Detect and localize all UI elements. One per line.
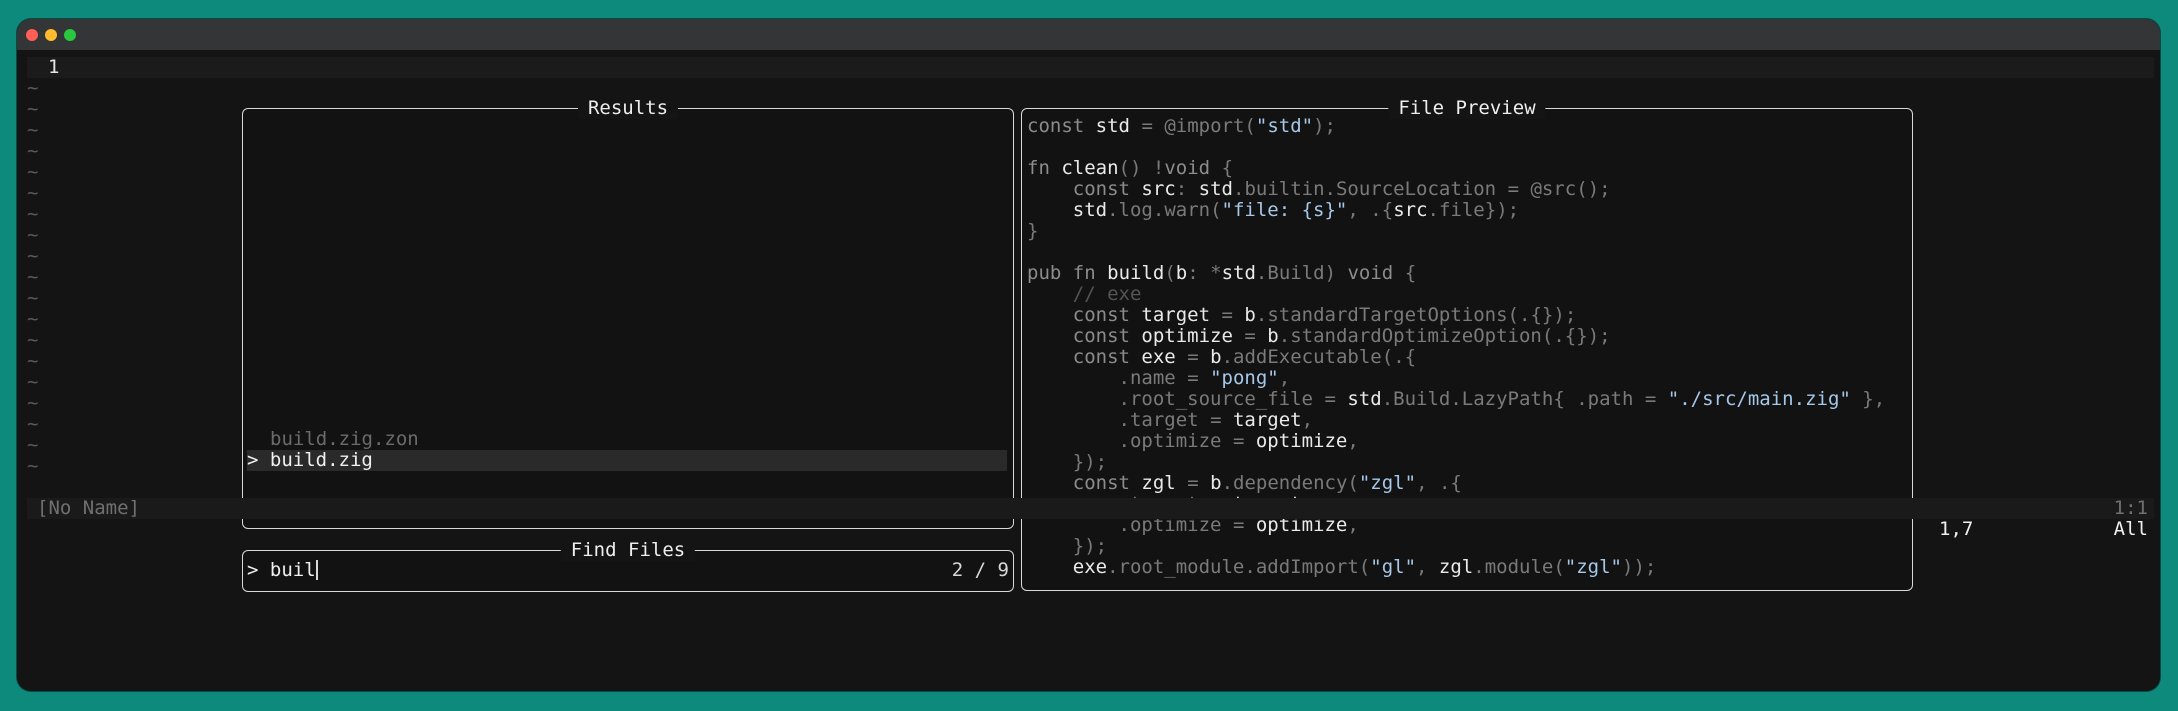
tilde-marker: ~ xyxy=(27,98,39,120)
code-line: fn clean() !void { xyxy=(1027,157,1234,179)
tilde-marker: ~ xyxy=(27,308,39,330)
zoom-window-button[interactable] xyxy=(64,29,76,41)
tilde-marker: ~ xyxy=(27,329,39,351)
code-line: }); xyxy=(1072,451,1108,473)
code-line: const src: std.builtin.SourceLocation = … xyxy=(1072,178,1611,200)
tilde-marker: ~ xyxy=(27,77,39,99)
tilde-marker: ~ xyxy=(27,371,39,393)
status-line: [No Name] 1:1 xyxy=(27,498,2154,519)
find-files-input[interactable]: > buil xyxy=(247,559,318,581)
tilde-marker: ~ xyxy=(27,434,39,456)
result-item[interactable]: build.zig.zon xyxy=(270,429,419,450)
buffer-name: [No Name] xyxy=(37,497,140,519)
vim-editor[interactable]: 1 ~ ~ ~ ~ ~ ~ ~ ~ ~ ~ ~ ~ ~ ~ ~ ~ ~ ~ ~ Results build.zig.… xyxy=(17,50,2160,691)
match-count: 2 / 9 xyxy=(951,559,1009,581)
tilde-marker: ~ xyxy=(27,203,39,225)
result-item-selected[interactable]: > build.zig xyxy=(247,450,1007,471)
code-line: std.log.warn("file: {s}", .{src.file}); xyxy=(1072,199,1520,221)
results-panel: Results build.zig.zon > build.zig xyxy=(242,97,1014,529)
code-line: // exe xyxy=(1027,283,1142,305)
code-line: const std = @import("std"); xyxy=(1027,115,1336,137)
code-line: const optimize = b.standardOptimizeOptio… xyxy=(1072,325,1611,347)
results-title: Results xyxy=(577,97,679,119)
tilde-marker: ~ xyxy=(27,140,39,162)
current-line-highlight xyxy=(27,57,2154,78)
tilde-marker: ~ xyxy=(27,119,39,141)
find-files-panel: Find Files > buil 2 / 9 xyxy=(242,539,1014,592)
title-bar xyxy=(17,19,2160,50)
find-files-title: Find Files xyxy=(560,539,696,561)
text-cursor xyxy=(315,560,318,580)
code-line: exe.root_module.addImport("gl", zgl.modu… xyxy=(1072,556,1657,578)
tilde-marker: ~ xyxy=(27,350,39,372)
code-line: pub fn build(b: *std.Build) void { xyxy=(1027,262,1417,284)
tilde-marker: ~ xyxy=(27,245,39,267)
scroll-position: All xyxy=(2113,518,2148,540)
tilde-marker: ~ xyxy=(27,413,39,435)
tilde-marker: ~ xyxy=(27,161,39,183)
line-number: 1 xyxy=(48,56,60,78)
status-position: 1:1 xyxy=(2113,497,2148,519)
code-line: } xyxy=(1027,220,1039,242)
code-line: .optimize = optimize, xyxy=(1118,430,1359,452)
prompt-symbol: > xyxy=(247,559,270,581)
tilde-marker: ~ xyxy=(27,392,39,414)
minimize-window-button[interactable] xyxy=(45,29,57,41)
tilde-marker: ~ xyxy=(27,455,39,477)
code-line: .name = "pong", xyxy=(1118,367,1291,389)
code-line: const target = b.standardTargetOptions(.… xyxy=(1072,304,1577,326)
cursor-position: 1,7 xyxy=(1939,518,1974,540)
tilde-marker: ~ xyxy=(27,266,39,288)
tilde-marker: ~ xyxy=(27,224,39,246)
code-line: const zgl = b.dependency("zgl", .{ xyxy=(1072,472,1462,494)
code-line: const exe = b.addExecutable(.{ xyxy=(1072,346,1417,368)
tilde-marker: ~ xyxy=(27,182,39,204)
command-line[interactable]: 1,7 All xyxy=(27,519,2154,540)
search-query: buil xyxy=(269,559,316,581)
tilde-marker: ~ xyxy=(27,287,39,309)
terminal-window: 1 ~ ~ ~ ~ ~ ~ ~ ~ ~ ~ ~ ~ ~ ~ ~ ~ ~ ~ ~ Results build.zig.… xyxy=(17,19,2160,691)
code-line: .root_source_file = std.Build.LazyPath{ … xyxy=(1118,388,1886,410)
close-window-button[interactable] xyxy=(26,29,38,41)
code-line: .target = target, xyxy=(1118,409,1314,431)
